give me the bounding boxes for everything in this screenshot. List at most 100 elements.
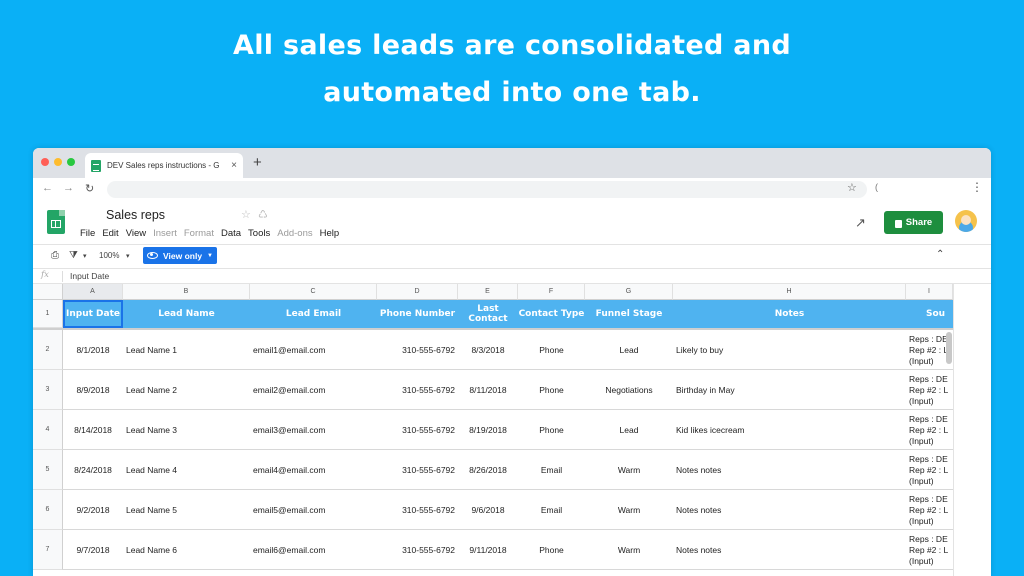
back-arrow-icon[interactable]: ← xyxy=(42,182,53,194)
close-window-dot[interactable] xyxy=(41,158,49,166)
collapse-menu-icon[interactable]: ⌃ xyxy=(936,249,944,260)
table-cell[interactable]: 8/9/2018 xyxy=(63,370,123,410)
formula-bar[interactable]: fx Input Date xyxy=(33,269,991,284)
table-cell[interactable]: email4@email.com xyxy=(250,450,377,490)
table-cell[interactable]: Kid likes icecream xyxy=(673,410,906,450)
table-cell[interactable]: 310-555-6792 xyxy=(377,530,458,570)
browser-menu-icon[interactable]: ⋮ xyxy=(971,180,983,194)
table-cell[interactable]: Notes notes xyxy=(673,490,906,530)
header-cell[interactable]: Funnel Stage xyxy=(585,300,673,328)
table-cell[interactable]: email3@email.com xyxy=(250,410,377,450)
avatar[interactable] xyxy=(955,210,977,232)
table-cell[interactable]: Lead Name 6 xyxy=(123,530,250,570)
bookmark-star-icon[interactable]: ☆ xyxy=(847,181,857,194)
table-cell[interactable]: Lead xyxy=(585,330,673,370)
source-cell[interactable]: Reps : DE Rep #2 : L (Input) xyxy=(909,494,953,527)
table-cell[interactable]: 310-555-6792 xyxy=(377,370,458,410)
table-cell[interactable]: 8/24/2018 xyxy=(63,450,123,490)
table-cell[interactable]: email1@email.com xyxy=(250,330,377,370)
menu-tools[interactable]: Tools xyxy=(248,228,270,239)
table-cell[interactable]: 8/3/2018 xyxy=(458,330,518,370)
zoom-select[interactable]: 100% xyxy=(99,251,119,260)
table-cell[interactable]: 9/7/2018 xyxy=(63,530,123,570)
column-header-f[interactable]: F xyxy=(518,284,585,300)
table-cell[interactable]: Lead Name 1 xyxy=(123,330,250,370)
table-cell[interactable]: Warm xyxy=(585,450,673,490)
zoom-dropdown-icon[interactable]: ▾ xyxy=(126,252,130,260)
move-to-folder-icon[interactable]: ♺ xyxy=(258,208,268,221)
header-cell[interactable]: Sou xyxy=(906,300,953,328)
column-header-d[interactable]: D xyxy=(377,284,458,300)
table-cell[interactable]: Phone xyxy=(518,370,585,410)
table-cell[interactable]: 8/14/2018 xyxy=(63,410,123,450)
source-cell[interactable]: Reps : DE Rep #2 : L (Input) xyxy=(909,534,953,567)
maximize-window-dot[interactable] xyxy=(67,158,75,166)
source-cell[interactable]: Reps : DE Rep #2 : L (Input) xyxy=(909,454,953,487)
menu-insert[interactable]: Insert xyxy=(153,228,177,239)
table-cell[interactable]: Email xyxy=(518,490,585,530)
table-cell[interactable]: Phone xyxy=(518,530,585,570)
column-header-i[interactable]: I xyxy=(906,284,953,300)
menu-data[interactable]: Data xyxy=(221,228,241,239)
table-cell[interactable]: Notes notes xyxy=(673,530,906,570)
activity-trend-icon[interactable]: ↗ xyxy=(855,215,866,231)
menu-add-ons[interactable]: Add-ons xyxy=(277,228,312,239)
document-title[interactable]: Sales reps xyxy=(106,208,165,222)
print-icon[interactable]: ⎙ xyxy=(51,250,59,261)
filter-dropdown-icon[interactable]: ▾ xyxy=(83,252,87,260)
row-number[interactable]: 1 xyxy=(33,300,63,328)
menu-file[interactable]: File xyxy=(80,228,95,239)
table-cell[interactable]: 9/6/2018 xyxy=(458,490,518,530)
select-all-corner[interactable] xyxy=(33,284,63,300)
column-header-b[interactable]: B xyxy=(123,284,250,300)
table-cell[interactable]: Lead Name 5 xyxy=(123,490,250,530)
row-number[interactable]: 3 xyxy=(33,370,63,410)
header-cell[interactable]: Last Contact xyxy=(458,300,518,328)
vertical-scrollbar-thumb[interactable] xyxy=(946,332,952,364)
menu-format[interactable]: Format xyxy=(184,228,214,239)
star-document-icon[interactable]: ☆ xyxy=(241,208,251,221)
table-cell[interactable]: 310-555-6792 xyxy=(377,450,458,490)
url-input[interactable] xyxy=(107,181,867,198)
minimize-window-dot[interactable] xyxy=(54,158,62,166)
row-number[interactable]: 5 xyxy=(33,450,63,490)
table-cell[interactable]: Email xyxy=(518,450,585,490)
table-cell[interactable]: Lead Name 4 xyxy=(123,450,250,490)
reload-icon[interactable]: ↻ xyxy=(85,182,94,195)
column-header-g[interactable]: G xyxy=(585,284,673,300)
table-cell[interactable]: email5@email.com xyxy=(250,490,377,530)
table-cell[interactable]: Warm xyxy=(585,530,673,570)
tab-close-icon[interactable]: × xyxy=(231,160,237,171)
table-cell[interactable]: Lead Name 3 xyxy=(123,410,250,450)
table-cell[interactable]: 9/2/2018 xyxy=(63,490,123,530)
table-cell[interactable]: Lead xyxy=(585,410,673,450)
source-cell[interactable]: Reps : DE Rep #2 : L (Input) xyxy=(909,414,953,447)
table-cell[interactable]: Phone xyxy=(518,410,585,450)
header-cell[interactable]: Input Date xyxy=(63,300,123,328)
column-header-a[interactable]: A xyxy=(63,284,123,300)
new-tab-button[interactable]: + xyxy=(253,154,262,171)
column-header-c[interactable]: C xyxy=(250,284,377,300)
header-cell[interactable]: Contact Type xyxy=(518,300,585,328)
row-number[interactable]: 7 xyxy=(33,530,63,570)
table-cell[interactable]: Lead Name 2 xyxy=(123,370,250,410)
table-cell[interactable]: email6@email.com xyxy=(250,530,377,570)
table-cell[interactable]: 310-555-6792 xyxy=(377,490,458,530)
table-cell[interactable]: 8/26/2018 xyxy=(458,450,518,490)
extension-icon[interactable]: ( xyxy=(875,182,878,192)
menu-view[interactable]: View xyxy=(126,228,146,239)
table-cell[interactable]: Likely to buy xyxy=(673,330,906,370)
table-cell[interactable]: Notes notes xyxy=(673,450,906,490)
table-cell[interactable]: Phone xyxy=(518,330,585,370)
column-header-e[interactable]: E xyxy=(458,284,518,300)
forward-arrow-icon[interactable]: → xyxy=(63,182,74,194)
filter-icon[interactable]: ⧩ xyxy=(69,250,78,261)
row-number[interactable]: 6 xyxy=(33,490,63,530)
view-only-button[interactable]: View only ▼ xyxy=(143,247,217,264)
sheets-logo-icon[interactable] xyxy=(47,210,65,234)
table-cell[interactable]: 310-555-6792 xyxy=(377,330,458,370)
table-cell[interactable]: 8/19/2018 xyxy=(458,410,518,450)
share-button[interactable]: Share xyxy=(884,211,943,234)
row-number[interactable]: 2 xyxy=(33,330,63,370)
table-cell[interactable]: Negotiations xyxy=(585,370,673,410)
